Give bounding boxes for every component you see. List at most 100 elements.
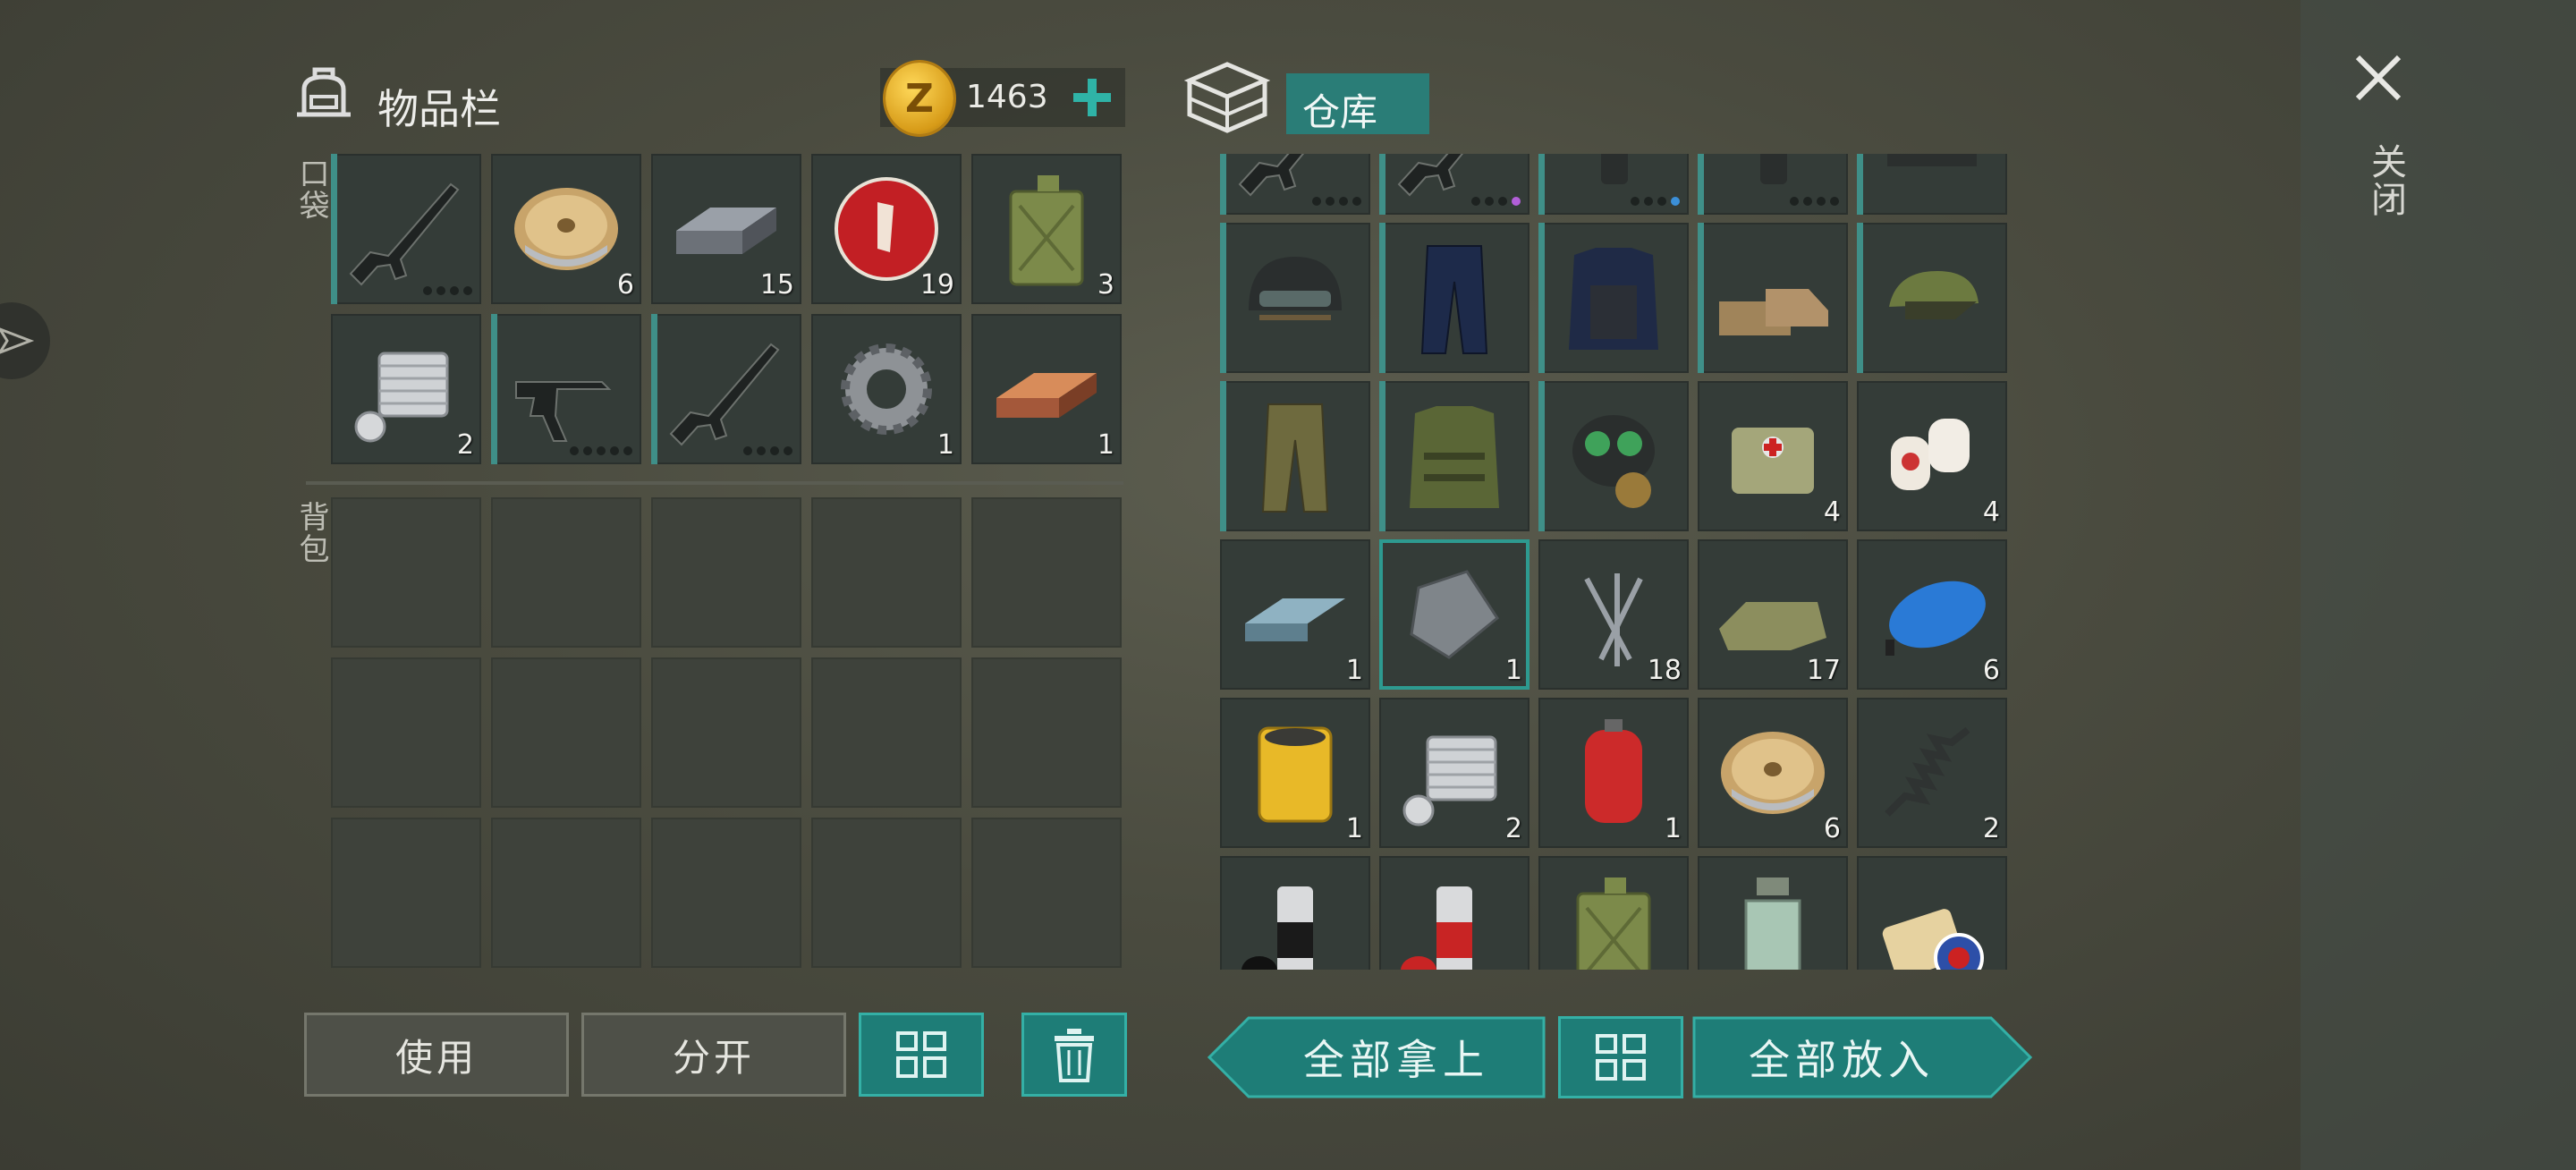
backpack-slot[interactable] <box>971 818 1122 968</box>
durability-dots <box>423 286 472 295</box>
equipment-marker <box>1538 223 1545 373</box>
item-count: 1 <box>1504 655 1522 686</box>
storage-title: 仓库 <box>1302 90 1378 134</box>
storage-slot[interactable]: 6 <box>1857 539 2007 690</box>
pocket-slot[interactable] <box>651 314 801 464</box>
storage-slot[interactable] <box>1538 223 1689 373</box>
backpack-slot[interactable] <box>651 818 801 968</box>
plus-icon <box>1073 79 1111 116</box>
backpack-slot[interactable] <box>811 657 962 808</box>
durability-dots <box>1790 197 1839 206</box>
backpack-slot[interactable] <box>331 818 481 968</box>
storage-slot[interactable] <box>1857 154 2007 215</box>
backpack-slot[interactable] <box>331 657 481 808</box>
close-button[interactable] <box>2349 48 2408 107</box>
add-coins-button[interactable] <box>1066 72 1118 123</box>
inventory-title: 物品栏 <box>377 85 501 133</box>
storage-slot[interactable] <box>1379 856 1530 970</box>
storage-slot[interactable] <box>1538 381 1689 531</box>
pocket-slot[interactable]: 6 <box>491 154 641 304</box>
storage-slot[interactable]: 2 <box>1379 698 1530 848</box>
backpack-slot[interactable] <box>811 497 962 648</box>
police-vest-icon <box>1569 248 1658 350</box>
storage-slot[interactable] <box>1698 223 1848 373</box>
backpack-slot[interactable] <box>971 497 1122 648</box>
storage-slot[interactable] <box>1220 154 1370 215</box>
pocket-slot[interactable]: 1 <box>971 314 1122 464</box>
medkit-bag-icon <box>1732 428 1814 494</box>
storage-slot[interactable] <box>1220 856 1370 970</box>
spray-paint-red-icon <box>1401 886 1472 970</box>
pocket-slot[interactable]: 15 <box>651 154 801 304</box>
equipment-marker <box>1857 154 1863 215</box>
backpack-slot[interactable] <box>491 497 641 648</box>
storage-slot[interactable]: 1 <box>1220 698 1370 848</box>
take-all-label: 全部拿上 <box>1303 1036 1489 1084</box>
storage-scroll[interactable]: 4 4 1 1 18 17 6 1 2 1 6 2 <box>1220 154 2018 970</box>
storage-slot[interactable]: 4 <box>1857 381 2007 531</box>
storage-slot[interactable]: 1 <box>1379 539 1530 690</box>
coin-amount: 1463 <box>966 79 1048 115</box>
storage-slot[interactable]: 4 <box>1698 381 1848 531</box>
storage-slot[interactable]: 17 <box>1698 539 1848 690</box>
storage-slot[interactable] <box>1379 154 1530 215</box>
storage-slot[interactable] <box>1379 223 1530 373</box>
helmet-icon <box>1249 257 1342 320</box>
uzi-icon <box>515 381 612 442</box>
coin-icon: Z <box>886 63 953 134</box>
backpack-slot[interactable] <box>651 657 801 808</box>
storage-slot[interactable]: 1 <box>1220 539 1370 690</box>
police-pants-icon <box>1420 245 1488 354</box>
backpack-slot[interactable] <box>491 818 641 968</box>
split-button[interactable]: 分开 <box>581 1013 846 1097</box>
backpack-slot[interactable] <box>491 657 641 808</box>
pocket-slot[interactable]: 1 <box>811 314 962 464</box>
pocket-slot[interactable] <box>331 154 481 304</box>
pocket-slot[interactable]: 2 <box>331 314 481 464</box>
put-all-button[interactable]: 全部放入 <box>1692 1016 2032 1098</box>
storage-slot[interactable] <box>1220 223 1370 373</box>
equipment-marker <box>1379 154 1385 215</box>
side-menu-handle[interactable] <box>0 302 50 379</box>
sort-inventory-button[interactable] <box>859 1013 984 1097</box>
trash-icon <box>1055 1029 1094 1082</box>
pocket-slot[interactable]: 19 <box>811 154 962 304</box>
storage-slot[interactable] <box>1538 856 1689 970</box>
trash-button[interactable] <box>1021 1013 1127 1097</box>
coin-display: Z 1463 <box>880 63 1125 134</box>
storage-slot[interactable]: 6 <box>1698 698 1848 848</box>
camo-pants-icon <box>1261 403 1329 513</box>
equipment-marker <box>1698 223 1704 373</box>
jerrycan-icon <box>1009 175 1084 286</box>
storage-slot[interactable] <box>1698 154 1848 215</box>
pocket-slot[interactable] <box>491 314 641 464</box>
storage-slot[interactable] <box>1857 856 2007 970</box>
storage-slot[interactable] <box>1698 856 1848 970</box>
storage-slot[interactable]: 1 <box>1538 698 1689 848</box>
badges-icon <box>1882 909 1984 970</box>
backpack-slot[interactable] <box>811 818 962 968</box>
equipment-marker <box>491 314 497 464</box>
storage-crate-icon <box>1183 57 1271 136</box>
storage-slot[interactable] <box>1220 381 1370 531</box>
backpack-slot[interactable] <box>331 497 481 648</box>
storage-slot[interactable]: 2 <box>1857 698 2007 848</box>
storage-title-tab[interactable]: 仓库 <box>1286 73 1429 134</box>
wire-spool-icon <box>514 188 618 270</box>
storage-slot[interactable] <box>1857 223 2007 373</box>
take-all-button[interactable]: 全部拿上 <box>1208 1016 1546 1098</box>
storage-slot[interactable]: 18 <box>1538 539 1689 690</box>
camo-vest-icon <box>1410 406 1499 508</box>
equipment-marker <box>651 314 657 464</box>
storage-slot[interactable] <box>1538 154 1689 215</box>
item-count: 6 <box>1823 813 1841 844</box>
backpack-slot[interactable] <box>651 497 801 648</box>
sort-storage-button[interactable] <box>1558 1016 1683 1098</box>
use-button[interactable]: 使用 <box>304 1013 569 1097</box>
item-count: 17 <box>1806 655 1841 686</box>
aluminum-bar-icon <box>1245 598 1345 641</box>
pocket-slot[interactable]: 3 <box>971 154 1122 304</box>
backpack-slot[interactable] <box>971 657 1122 808</box>
storage-slot[interactable] <box>1379 381 1530 531</box>
equipment-marker <box>1538 154 1545 215</box>
